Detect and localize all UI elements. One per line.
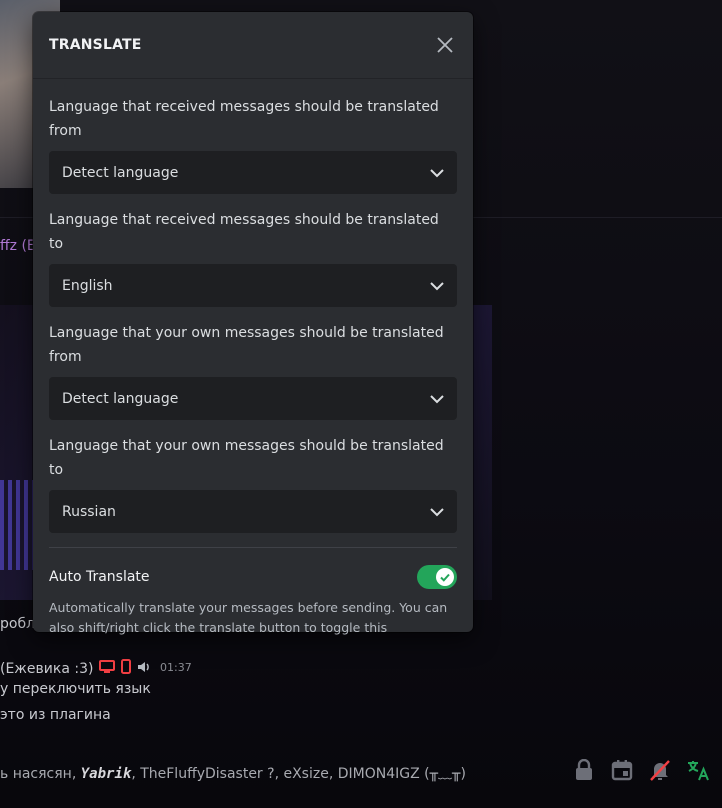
- own-to-label: Language that your own messages should b…: [49, 438, 444, 478]
- speaker-icon: [137, 660, 151, 678]
- checkmark-icon: [440, 573, 450, 582]
- received-to-value: English: [62, 277, 113, 294]
- background-timestamp: 01:37: [160, 661, 192, 674]
- auto-translate-toggle[interactable]: [417, 565, 457, 589]
- translate-icon[interactable]: [686, 758, 710, 782]
- received-to-label: Language that received messages should b…: [49, 212, 439, 252]
- background-author: (Ежевика :3): [0, 660, 94, 677]
- own-from-select[interactable]: Detect language: [49, 377, 457, 420]
- modal-title: TRANSLATE: [49, 37, 142, 53]
- typing-indicator: ь насясян, Yabrik, TheFluffyDisaster ?, …: [0, 766, 466, 782]
- own-from-label: Language that your own messages should b…: [49, 325, 444, 365]
- background-author-row: (Ежевика :3): [0, 659, 151, 678]
- own-to-value: Russian: [62, 503, 116, 520]
- modal-body: Language that received messages should b…: [33, 79, 473, 638]
- mobile-icon: [121, 659, 132, 678]
- received-from-label: Language that received messages should b…: [49, 99, 439, 139]
- translate-modal: TRANSLATE Language that received message…: [33, 12, 473, 635]
- background-message-line: это из плагина: [0, 707, 111, 723]
- close-icon: [437, 37, 453, 53]
- auto-translate-description: Automatically translate your messages be…: [49, 600, 448, 635]
- received-to-select[interactable]: English: [49, 264, 457, 307]
- auto-translate-label: Auto Translate: [49, 569, 150, 585]
- received-from-value: Detect language: [62, 164, 179, 181]
- calendar-icon[interactable]: [610, 758, 634, 782]
- chevron-down-icon: [430, 394, 444, 403]
- toggle-knob: [436, 568, 454, 586]
- chevron-down-icon: [430, 168, 444, 177]
- desktop-icon: [99, 659, 116, 678]
- own-from-value: Detect language: [62, 390, 179, 407]
- divider: [49, 547, 457, 548]
- received-from-select[interactable]: Detect language: [49, 151, 457, 194]
- auto-translate-row: Auto Translate: [49, 564, 457, 590]
- background-username: ffz (E: [0, 238, 36, 254]
- chat-toolbar: [572, 758, 710, 782]
- lock-icon[interactable]: [572, 758, 596, 782]
- modal-header: TRANSLATE: [33, 12, 473, 79]
- background-message-fragment: робл: [0, 616, 36, 632]
- close-button[interactable]: [433, 33, 457, 57]
- chevron-down-icon: [430, 281, 444, 290]
- chevron-down-icon: [430, 507, 444, 516]
- muted-bell-icon[interactable]: [648, 758, 672, 782]
- own-to-select[interactable]: Russian: [49, 490, 457, 533]
- background-message-line: у переключить язык: [0, 681, 151, 697]
